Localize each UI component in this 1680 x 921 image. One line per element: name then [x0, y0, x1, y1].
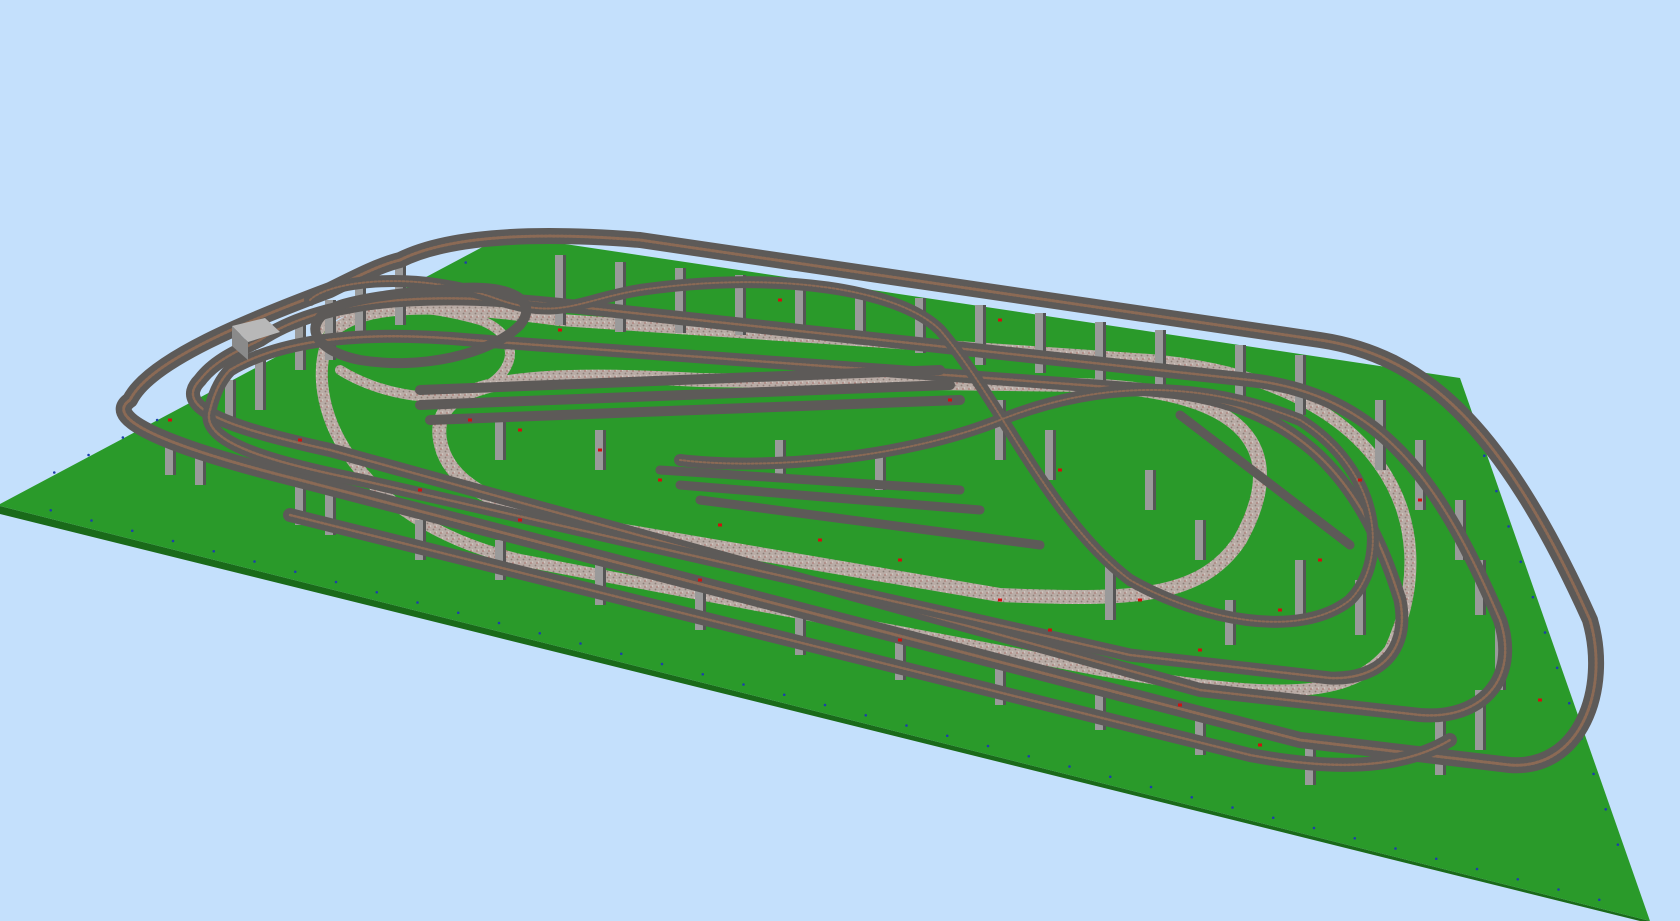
grid-dot [121, 436, 125, 439]
track-marker [1058, 468, 1062, 472]
grid-dot [701, 672, 705, 676]
track-marker [998, 318, 1002, 322]
grid-dot [579, 642, 582, 645]
track-marker [468, 418, 472, 422]
track-marker [298, 438, 302, 442]
grid-dot [1434, 857, 1438, 861]
track-marker [598, 448, 602, 452]
grid-dot [416, 601, 419, 604]
track-marker [898, 558, 902, 562]
grid-dot [1519, 560, 1523, 564]
grid-dot [1516, 877, 1520, 881]
grid-dot [864, 713, 868, 717]
grid-dot [52, 471, 56, 474]
track-marker [818, 538, 822, 542]
track-marker [168, 418, 172, 422]
track-marker [658, 478, 662, 482]
pier-shadow [233, 380, 236, 420]
pier-shadow [1053, 430, 1056, 480]
grid-dot [212, 549, 216, 553]
pier-shadow [503, 420, 506, 460]
track-marker [558, 328, 562, 332]
pier-shadow [1303, 560, 1306, 620]
track-marker [1178, 703, 1182, 707]
grid-dot [660, 662, 664, 666]
pier-shadow [1103, 322, 1106, 382]
grid-dot [1557, 888, 1560, 891]
grid-dot [742, 683, 745, 686]
grid-dot [1604, 807, 1608, 811]
grid-dot [905, 724, 908, 727]
grid-dot [1312, 826, 1316, 830]
grid-dot [986, 744, 990, 748]
grid-dot [49, 508, 53, 512]
grid-dot [130, 529, 134, 533]
track-marker [1048, 628, 1052, 632]
grid-dot [1616, 843, 1620, 846]
grid-dot [1567, 701, 1571, 705]
grid-dot [945, 734, 949, 738]
pier-shadow [1153, 470, 1156, 510]
grid-dot [464, 261, 468, 264]
grid-dot [1555, 666, 1559, 670]
track-marker [1358, 478, 1362, 482]
track-marker [518, 428, 522, 432]
track-marker [1538, 698, 1542, 702]
grid-dot [1231, 806, 1234, 809]
track-marker [1198, 648, 1202, 652]
pier-shadow [603, 430, 606, 470]
grid-dot [1353, 836, 1357, 840]
grid-dot [1543, 631, 1547, 634]
track-marker [418, 488, 422, 492]
track-marker [1278, 608, 1282, 612]
grid-dot [1475, 867, 1479, 871]
grid-dot [253, 560, 256, 563]
track-marker [898, 638, 902, 642]
grid-dot [823, 703, 827, 707]
track-marker [1318, 558, 1322, 562]
track-marker [998, 598, 1002, 602]
3d-layout-viewport[interactable] [0, 0, 1680, 921]
grid-dot [1495, 489, 1498, 493]
grid-dot [456, 611, 460, 615]
grid-dot [1108, 775, 1112, 779]
grid-dot [782, 693, 786, 697]
pier-shadow [563, 255, 566, 325]
grid-dot [1394, 847, 1397, 850]
grid-dot [538, 631, 542, 635]
grid-dot [497, 621, 501, 625]
track-marker [1258, 743, 1262, 747]
grid-dot [1482, 454, 1486, 458]
track-marker [948, 398, 952, 402]
grid-dot [171, 539, 175, 543]
track-plan-scene [0, 228, 1650, 921]
grid-dot [1597, 898, 1601, 902]
grid-dot [1027, 754, 1031, 758]
grid-dot [90, 519, 93, 522]
grid-dot [375, 590, 379, 594]
grid-dot [1592, 772, 1595, 776]
track-marker [518, 518, 522, 522]
track-marker [718, 523, 722, 527]
grid-dot [293, 570, 297, 574]
grid-dot [1068, 765, 1071, 768]
grid-dot [155, 418, 159, 422]
pier-shadow [1203, 520, 1206, 560]
track-marker [778, 298, 782, 302]
track-marker [698, 578, 702, 582]
grid-dot [1149, 785, 1153, 789]
grid-dot [1271, 816, 1275, 820]
grid-dot [1507, 525, 1510, 528]
grid-dot [619, 652, 623, 656]
track-marker [1418, 498, 1422, 502]
grid-dot [1531, 595, 1535, 599]
grid-dot [1190, 795, 1194, 799]
track-marker [1138, 598, 1142, 602]
grid-dot [334, 580, 338, 584]
grid-dot [87, 453, 90, 457]
